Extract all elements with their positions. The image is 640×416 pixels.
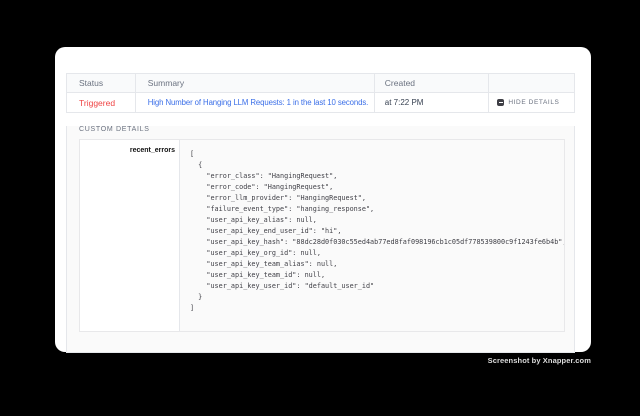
collapse-minus-icon [497,99,504,106]
alert-table-row: Triggered High Number of Hanging LLM Req… [66,93,575,113]
hide-details-label: HIDE DETAILS [508,99,559,106]
status-badge: Triggered [79,98,115,108]
hide-details-button[interactable]: HIDE DETAILS [497,99,559,106]
custom-details-heading: CUSTOM DETAILS [79,126,574,133]
column-header-summary: Summary [136,74,375,92]
actions-cell: HIDE DETAILS [489,93,574,112]
summary-cell: High Number of Hanging LLM Requests: 1 i… [136,93,375,112]
column-header-status: Status [67,74,136,92]
custom-details-box: recent_errors [ { "error_class": "Hangin… [79,139,565,332]
table-header-row: Status Summary Created [66,73,575,93]
alerts-table: Status Summary Created Triggered High Nu… [66,73,575,353]
recent-errors-json-value: [ { "error_class": "HangingRequest", "er… [180,140,564,331]
xnapper-watermark: Screenshot by Xnapper.com [488,356,591,365]
column-header-actions [489,74,574,92]
created-cell: at 7:22 PM [375,93,490,112]
recent-errors-key-label: recent_errors [80,140,180,331]
status-cell: Triggered [67,93,136,112]
created-timestamp: at 7:22 PM [385,98,424,107]
custom-details-section: CUSTOM DETAILS recent_errors [ { "error_… [66,126,575,353]
alert-summary-link[interactable]: High Number of Hanging LLM Requests: 1 i… [148,98,368,107]
column-header-created: Created [375,74,490,92]
alert-details-card: Status Summary Created Triggered High Nu… [55,47,591,352]
